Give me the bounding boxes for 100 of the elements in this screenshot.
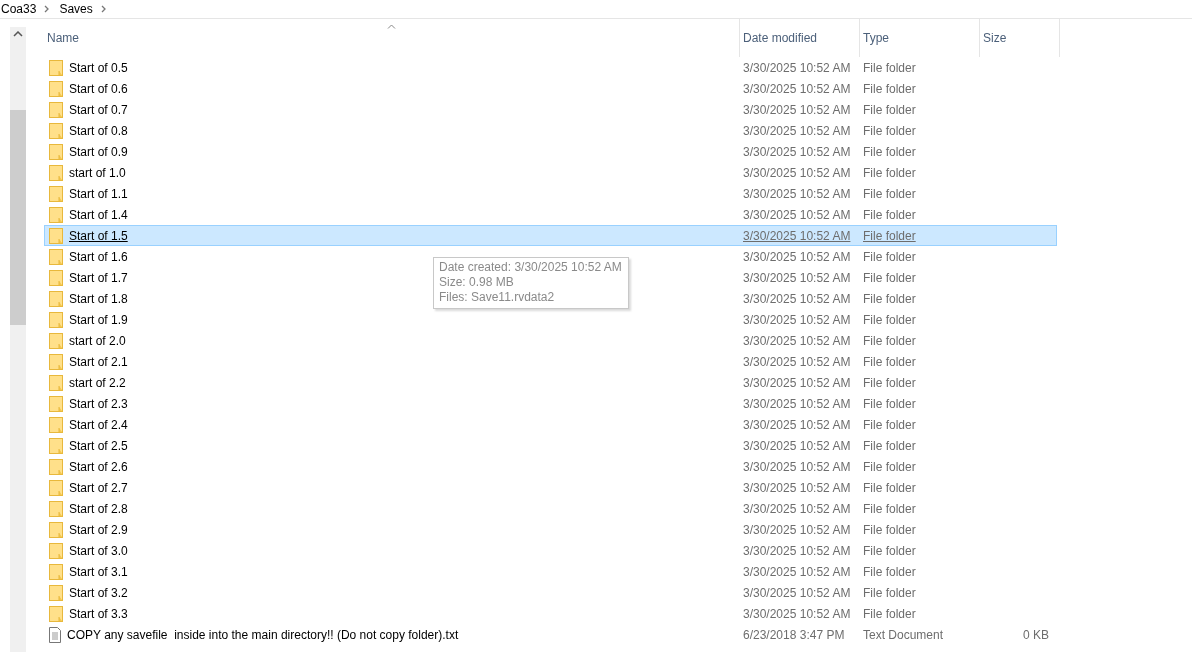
chevron-right-icon[interactable] (100, 5, 107, 13)
folder-icon (49, 416, 63, 433)
file-name[interactable]: Start of 1.6 (69, 249, 128, 264)
folder-icon (49, 353, 63, 370)
file-type: File folder (862, 417, 917, 432)
folder-icon (49, 311, 63, 328)
file-type: File folder (862, 207, 917, 222)
file-type: File folder (862, 186, 917, 201)
column-header[interactable]: Date modified (740, 19, 860, 57)
file-name[interactable]: Start of 1.1 (69, 186, 128, 201)
file-name[interactable]: Start of 2.3 (69, 396, 128, 411)
file-name[interactable]: Start of 3.2 (69, 585, 128, 600)
file-type: File folder (862, 228, 917, 243)
folder-icon (49, 437, 63, 454)
chevron-right-icon[interactable] (44, 5, 51, 13)
tooltip-text: Size: 0.98 MB (439, 275, 515, 290)
folder-icon (49, 143, 63, 160)
file-type: File folder (862, 354, 917, 369)
file-type: File folder (862, 501, 917, 516)
date-modified: 3/30/2025 10:52 AM (742, 543, 852, 558)
folder-icon (49, 59, 63, 76)
file-name[interactable]: Start of 0.5 (69, 60, 128, 75)
folder-icon (49, 248, 63, 265)
folder-icon (49, 458, 63, 475)
file-name[interactable]: Start of 0.7 (69, 102, 128, 117)
date-modified: 3/30/2025 10:52 AM (742, 81, 852, 96)
file-type: File folder (862, 459, 917, 474)
file-name[interactable]: Start of 2.9 (69, 522, 128, 537)
file-name[interactable]: Start of 3.3 (69, 606, 128, 621)
date-modified: 3/30/2025 10:52 AM (742, 606, 852, 621)
folder-icon (49, 374, 63, 391)
date-modified: 6/23/2018 3:47 PM (742, 627, 846, 642)
file-name[interactable]: Start of 2.6 (69, 459, 128, 474)
file-name[interactable]: Start of 3.1 (69, 564, 128, 579)
column-header[interactable]: Size (980, 19, 1060, 57)
file-name[interactable]: Start of 0.6 (69, 81, 128, 96)
file-name[interactable]: Start of 2.5 (69, 438, 128, 453)
folder-icon (49, 290, 63, 307)
file-type: Text Document (862, 627, 945, 642)
file-type: File folder (862, 60, 917, 75)
file-size: 0 KB (1022, 627, 1050, 642)
file-type: File folder (862, 249, 917, 264)
date-modified: 3/30/2025 10:52 AM (742, 438, 852, 453)
folder-icon (49, 500, 63, 517)
date-modified: 3/30/2025 10:52 AM (742, 501, 852, 516)
date-modified: 3/30/2025 10:52 AM (742, 375, 852, 390)
file-name[interactable]: Start of 1.8 (69, 291, 128, 306)
file-name[interactable]: start of 1.0 (69, 165, 126, 180)
file-type: File folder (862, 312, 917, 327)
file-type: File folder (862, 270, 917, 285)
date-modified: 3/30/2025 10:52 AM (742, 291, 852, 306)
date-modified: 3/30/2025 10:52 AM (742, 123, 852, 138)
folder-icon (49, 332, 63, 349)
date-modified: 3/30/2025 10:52 AM (742, 459, 852, 474)
folder-icon (49, 584, 63, 601)
folder-icon (49, 563, 63, 580)
file-name[interactable]: Start of 0.9 (69, 144, 128, 159)
file-name[interactable]: Start of 2.1 (69, 354, 128, 369)
file-name[interactable]: Start of 2.8 (69, 501, 128, 516)
date-modified: 3/30/2025 10:52 AM (742, 228, 852, 243)
file-name[interactable]: Start of 1.4 (69, 207, 128, 222)
breadcrumb-item[interactable]: Saves (59, 2, 93, 16)
file-type: File folder (862, 396, 917, 411)
tooltip-text: Date created: 3/30/2025 10:52 AM (439, 260, 622, 275)
file-type: File folder (862, 291, 917, 306)
scroll-up-icon[interactable] (13, 31, 23, 37)
file-name[interactable]: Start of 2.7 (69, 480, 128, 495)
file-type: File folder (862, 102, 917, 117)
file-name[interactable]: Start of 0.8 (69, 123, 128, 138)
file-name[interactable]: Start of 1.9 (69, 312, 128, 327)
file-type: File folder (862, 81, 917, 96)
file-name[interactable]: Start of 3.0 (69, 543, 128, 558)
scrollbar-thumb[interactable] (10, 110, 26, 325)
column-header[interactable]: Name (44, 19, 740, 57)
breadcrumb-item[interactable]: Coa33 (1, 2, 37, 16)
column-header[interactable]: Type (860, 19, 980, 57)
folder-icon (49, 269, 63, 286)
file-type: File folder (862, 333, 917, 348)
folder-icon (49, 185, 63, 202)
file-name[interactable]: start of 2.2 (69, 375, 126, 390)
date-modified: 3/30/2025 10:52 AM (742, 186, 852, 201)
file-type: File folder (862, 564, 917, 579)
date-modified: 3/30/2025 10:52 AM (742, 249, 852, 264)
date-modified: 3/30/2025 10:52 AM (742, 585, 852, 600)
date-modified: 3/30/2025 10:52 AM (742, 102, 852, 117)
folder-icon (49, 101, 63, 118)
scrollbar[interactable] (10, 27, 26, 652)
date-modified: 3/30/2025 10:52 AM (742, 270, 852, 285)
file-type: File folder (862, 123, 917, 138)
file-name[interactable]: Start of 2.4 (69, 417, 128, 432)
date-modified: 3/30/2025 10:52 AM (742, 144, 852, 159)
tooltip-text: Files: Save11.rvdata2 (439, 290, 556, 305)
date-modified: 3/30/2025 10:52 AM (742, 333, 852, 348)
folder-icon (49, 605, 63, 622)
file-name[interactable]: COPY any savefile inside into the main directory!! (Do not copy folder).txt (67, 627, 459, 642)
date-modified: 3/30/2025 10:52 AM (742, 207, 852, 222)
file-name[interactable]: Start of 1.5 (69, 228, 128, 243)
file-type: File folder (862, 522, 917, 537)
file-name[interactable]: Start of 1.7 (69, 270, 128, 285)
file-name[interactable]: start of 2.0 (69, 333, 126, 348)
